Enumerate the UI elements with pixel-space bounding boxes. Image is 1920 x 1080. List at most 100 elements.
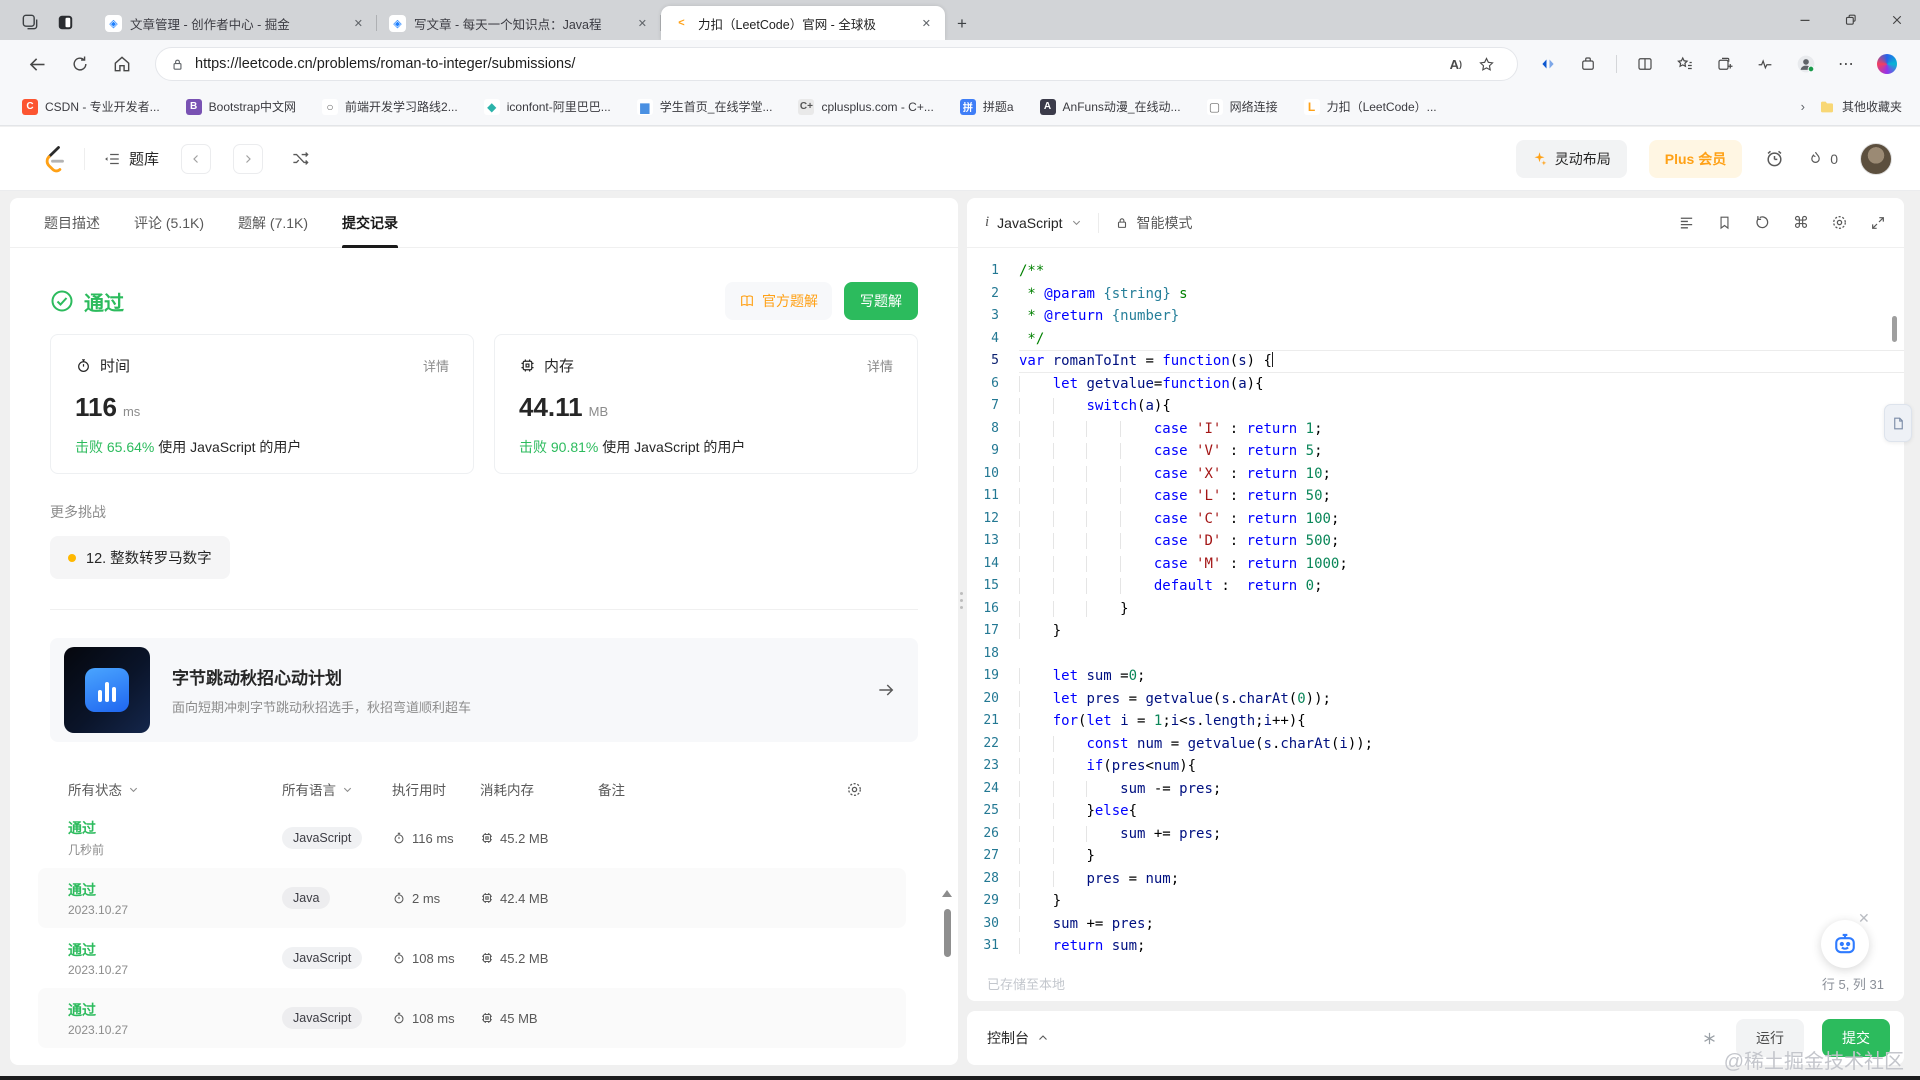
code-line[interactable]: let pres = getvalue(s.charAt(0)); — [1019, 688, 1904, 711]
code-line[interactable]: sum += pres; — [1019, 823, 1904, 846]
dynamic-layout-button[interactable]: 灵动布局 — [1516, 140, 1627, 178]
language-selector[interactable]: i JavaScript — [985, 214, 1082, 231]
code-line[interactable]: case 'D' : return 500; — [1019, 530, 1904, 553]
code-line[interactable]: pres = num; — [1019, 868, 1904, 891]
bookmarks-overflow-icon[interactable]: › — [1801, 99, 1805, 114]
bookmark-item[interactable]: ▢网络连接 — [1199, 95, 1286, 118]
read-aloud-icon[interactable]: A) — [1442, 57, 1470, 72]
code-line[interactable]: default : return 0; — [1019, 575, 1904, 598]
banner-arrow-icon[interactable] — [876, 680, 896, 700]
submission-status-cell[interactable]: 通过2023.10.27 — [68, 880, 282, 917]
streak-counter[interactable]: 0 — [1807, 149, 1838, 168]
table-settings-icon[interactable] — [846, 781, 876, 798]
code-line[interactable]: case 'M' : return 1000; — [1019, 553, 1904, 576]
address-bar[interactable]: https://leetcode.cn/problems/roman-to-in… — [155, 47, 1518, 81]
back-icon[interactable] — [16, 54, 59, 75]
code-line[interactable]: case 'X' : return 10; — [1019, 463, 1904, 486]
code-line[interactable]: var romanToInt = function(s) { — [1019, 350, 1904, 373]
code-line[interactable]: * @param {string} s — [1019, 283, 1904, 306]
code-line[interactable]: } — [1019, 845, 1904, 868]
chat-assistant-button[interactable] — [1821, 920, 1869, 968]
profile-avatar[interactable] — [1787, 54, 1825, 74]
favorites-bar-icon[interactable] — [1667, 55, 1703, 73]
table-row[interactable]: 通过 — [38, 1048, 906, 1065]
official-solution-button[interactable]: 官方题解 — [725, 282, 832, 320]
bookmark-item[interactable]: C+cplusplus.com - C+... — [790, 96, 941, 118]
editor-scrollbar-thumb[interactable] — [1892, 316, 1897, 342]
table-row[interactable]: 通过2023.10.27Java2 ms42.4 MB — [38, 868, 906, 928]
settings-more-icon[interactable]: ⋯ — [1829, 54, 1864, 74]
code-line[interactable]: * @return {number} — [1019, 305, 1904, 328]
table-row[interactable]: 通过几秒前JavaScript116 ms45.2 MB — [38, 808, 906, 868]
fullscreen-icon[interactable] — [1870, 215, 1886, 231]
submission-status-link[interactable]: 通过 — [68, 818, 282, 838]
tab-panel[interactable]: 题解 (7.1K) — [238, 198, 308, 248]
bookmark-item[interactable]: 拼拼题a — [952, 95, 1022, 118]
reset-code-icon[interactable] — [1754, 214, 1771, 231]
code-lines[interactable]: /** * @param {string} s * @return {numbe… — [1019, 260, 1904, 958]
other-favorites[interactable]: 其他收藏夹 — [1819, 98, 1902, 115]
console-toggle[interactable]: 控制台 — [987, 1028, 1049, 1048]
code-line[interactable]: case 'L' : return 50; — [1019, 485, 1904, 508]
tab-close-icon[interactable]: ✕ — [918, 15, 935, 32]
code-line[interactable]: }else{ — [1019, 800, 1904, 823]
language-filter[interactable]: 所有语言 — [282, 779, 392, 799]
tab-actions-icon[interactable] — [56, 13, 75, 32]
code-line[interactable]: for(let i = 1;i<s.length;i++){ — [1019, 710, 1904, 733]
tab-close-icon[interactable]: ✕ — [634, 15, 651, 32]
console-sparkle-icon[interactable] — [1701, 1030, 1718, 1047]
code-line[interactable]: /** — [1019, 260, 1904, 283]
side-drawer-handle[interactable] — [1884, 404, 1912, 442]
bookmark-icon[interactable] — [1717, 215, 1732, 230]
bookmark-item[interactable]: L力扣（LeetCode）... — [1296, 95, 1445, 118]
copilot-icon[interactable] — [1868, 54, 1906, 74]
submission-status-link[interactable]: 通过 — [68, 880, 282, 900]
code-line[interactable]: } — [1019, 598, 1904, 621]
problem-list-button[interactable]: 题库 — [103, 148, 159, 169]
user-avatar[interactable] — [1860, 143, 1892, 175]
random-problem-icon[interactable] — [285, 144, 315, 174]
timer-icon[interactable] — [1764, 148, 1785, 169]
bookmark-item[interactable]: AAnFuns动漫_在线动... — [1032, 95, 1189, 118]
restore-button[interactable] — [1828, 0, 1874, 40]
browser-tab[interactable]: ◈写文章 - 每天一个知识点：Java程✕ — [377, 6, 661, 40]
collections-icon[interactable] — [1707, 55, 1743, 73]
promo-banner[interactable]: 字节跳动秋招心动计划 面向短期冲刺字节跳动秋招选手，秋招弯道顺利超车 — [50, 638, 918, 742]
editor-settings-icon[interactable] — [1831, 214, 1848, 231]
bookmark-item[interactable]: CCSDN - 专业开发者... — [14, 95, 168, 118]
tab-close-icon[interactable]: ✕ — [350, 15, 367, 32]
new-tab-button[interactable]: + — [945, 14, 981, 40]
url-text[interactable]: https://leetcode.cn/problems/roman-to-in… — [195, 56, 1442, 72]
bookmark-item[interactable]: ▆学生首页_在线学堂... — [629, 95, 781, 118]
split-toggle-icon[interactable] — [1530, 55, 1566, 73]
submission-status-link[interactable]: 通过 — [68, 940, 282, 960]
browser-essentials-icon[interactable] — [1747, 55, 1783, 73]
browser-tab[interactable]: <力扣（LeetCode）官网 - 全球极✕ — [661, 6, 945, 40]
tab-panel[interactable]: 题目描述 — [44, 198, 100, 248]
status-filter[interactable]: 所有状态 — [68, 779, 282, 799]
memory-detail-link[interactable]: 详情 — [867, 356, 893, 375]
code-line[interactable]: return sum; — [1019, 935, 1904, 958]
extensions-icon[interactable] — [1570, 55, 1606, 73]
panel-resize-handle[interactable] — [959, 592, 964, 609]
code-line[interactable]: */ — [1019, 328, 1904, 351]
smart-mode-toggle[interactable]: 智能模式 — [1115, 213, 1193, 233]
submission-status-cell[interactable]: 通过2023.10.27 — [68, 940, 282, 977]
write-solution-button[interactable]: 写题解 — [844, 282, 918, 320]
challenge-link[interactable]: 12. 整数转罗马数字 — [50, 536, 230, 579]
tab-submissions[interactable]: 提交记录 — [342, 198, 398, 248]
plus-member-button[interactable]: Plus 会员 — [1649, 140, 1742, 178]
submission-status-cell[interactable]: 通过几秒前 — [68, 818, 282, 858]
code-line[interactable]: let getvalue=function(a){ — [1019, 373, 1904, 396]
home-icon[interactable] — [101, 54, 143, 74]
scrollbar-thumb[interactable] — [944, 909, 951, 957]
code-line[interactable]: case 'I' : return 1; — [1019, 418, 1904, 441]
shortcuts-icon[interactable]: ⌘ — [1793, 213, 1809, 233]
split-screen-icon[interactable] — [1627, 55, 1663, 73]
submission-status-cell[interactable]: 通过2023.10.27 — [68, 1000, 282, 1037]
code-line[interactable]: if(pres<num){ — [1019, 755, 1904, 778]
code-line[interactable]: case 'V' : return 5; — [1019, 440, 1904, 463]
code-line[interactable]: let sum =0; — [1019, 665, 1904, 688]
bookmark-item[interactable]: BBootstrap中文网 — [178, 95, 304, 118]
bookmark-item[interactable]: ◆iconfont-阿里巴巴... — [476, 95, 619, 118]
